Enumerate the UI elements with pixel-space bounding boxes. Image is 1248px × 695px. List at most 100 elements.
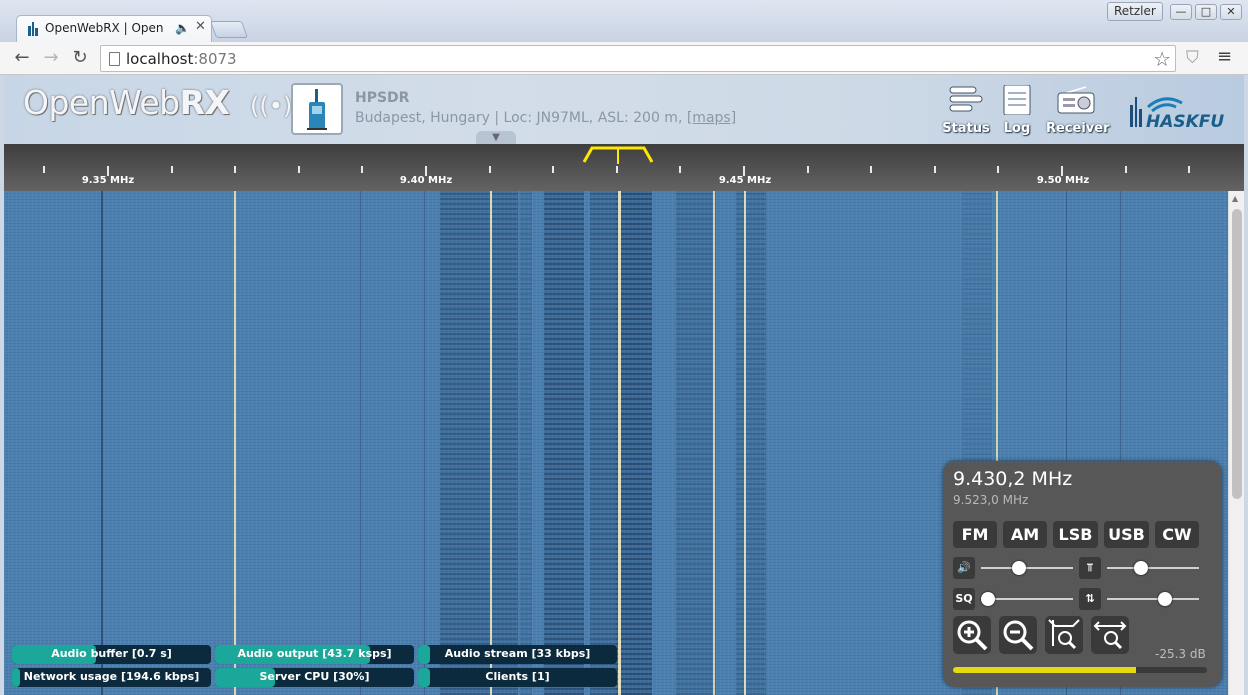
menu-icon[interactable]: ≡ xyxy=(1217,46,1232,67)
scrollbar-thumb[interactable] xyxy=(1232,209,1242,499)
waterfall-signal-band xyxy=(590,191,616,695)
maps-link[interactable]: [maps] xyxy=(687,110,736,126)
browser-tab[interactable]: OpenWebRX | OpenWebRX 🔈 ✕ xyxy=(16,15,212,42)
scrollbar[interactable]: ▲ xyxy=(1228,191,1244,695)
volume-icon[interactable]: 🔊 xyxy=(953,557,975,579)
waterfall-signal-band xyxy=(736,191,766,695)
close-button[interactable]: ✕ xyxy=(1220,4,1242,20)
forward-arrow-icon[interactable]: → xyxy=(40,48,62,68)
minimize-button[interactable]: — xyxy=(1170,4,1192,20)
center-frequency: 9.523,0 MHz xyxy=(953,493,1029,507)
s-meter xyxy=(953,667,1207,673)
profile-button[interactable]: Retzler xyxy=(1107,2,1163,21)
address-bar[interactable]: localhost:8073 ☆ xyxy=(100,45,1176,72)
url-text: localhost:8073 xyxy=(126,50,237,68)
scale-minor-tick xyxy=(552,166,554,173)
bookmark-star-icon[interactable]: ☆ xyxy=(1153,47,1171,71)
maximize-button[interactable]: □ xyxy=(1195,4,1217,20)
expand-header-button[interactable]: ▼ xyxy=(476,131,516,144)
reload-icon[interactable]: ↻ xyxy=(69,48,91,68)
page-header: OpenWebRX ((•)) HPSDR Budapest, Hungary … xyxy=(4,75,1244,144)
audio-output-bar: Audio output [43.7 ksps] xyxy=(215,645,414,664)
scale-minor-tick xyxy=(234,166,236,173)
receiver-button[interactable]: Receiver xyxy=(1046,85,1110,136)
svg-text:HASKFU: HASKFU xyxy=(1146,112,1224,131)
waterfall-min-icon[interactable]: ⇅ xyxy=(1079,588,1101,610)
waterfall-carrier-line xyxy=(490,191,492,695)
squelch-icon[interactable]: SQ xyxy=(953,588,975,610)
openwebrx-favicon-icon xyxy=(28,22,38,36)
volume-slider[interactable] xyxy=(981,561,1073,575)
zoom-reset-button[interactable] xyxy=(1091,616,1129,654)
openwebrx-logo[interactable]: OpenWebRX xyxy=(23,83,230,122)
waterfall-signal-band xyxy=(676,191,716,695)
waterfall-carrier-line xyxy=(234,191,236,695)
frequency-scale[interactable]: 9.35 MHz 9.40 MHz 9.45 MHz 9.50 MHz xyxy=(4,144,1244,191)
scale-label: 9.45 MHz xyxy=(718,175,772,186)
receiver-icon xyxy=(1057,86,1095,114)
scale-minor-tick xyxy=(1125,166,1127,173)
waterfall-min-slider[interactable] xyxy=(1107,592,1199,606)
tab-close-icon[interactable]: ✕ xyxy=(195,19,206,34)
scale-minor-tick xyxy=(171,166,173,173)
zoom-in-button[interactable] xyxy=(953,616,991,654)
zoom-reset-icon xyxy=(1093,621,1127,650)
log-label: Log xyxy=(1003,121,1031,136)
scroll-up-icon[interactable]: ▲ xyxy=(1232,194,1238,203)
receiver-label: Receiver xyxy=(1046,121,1110,136)
log-icon xyxy=(1003,84,1031,116)
zoom-in-icon xyxy=(957,620,988,651)
waterfall-carrier-line xyxy=(744,191,746,695)
scale-minor-tick xyxy=(679,166,681,173)
server-cpu-bar: Server CPU [30%] xyxy=(215,668,414,687)
receiver-location: Budapest, Hungary | Loc: JN97ML, ASL: 20… xyxy=(355,110,737,126)
waterfall-carrier-line xyxy=(424,191,425,695)
passband-marker[interactable] xyxy=(582,144,654,164)
log-button[interactable]: Log xyxy=(987,84,1047,136)
waterfall-carrier-line xyxy=(618,191,621,695)
s-meter-fill xyxy=(953,667,1136,673)
zoom-passband-icon xyxy=(1048,619,1080,650)
speaker-icon[interactable]: 🔈 xyxy=(175,21,190,35)
receiver-control-panel: 9.430,2 MHz 9.523,0 MHz FM AM LSB USB CW… xyxy=(943,461,1222,687)
status-icon xyxy=(949,86,983,112)
scale-minor-tick xyxy=(361,166,363,173)
zoom-out-icon xyxy=(1003,620,1034,651)
squelch-slider[interactable] xyxy=(981,592,1073,606)
scale-label: 9.50 MHz xyxy=(1036,175,1090,186)
waterfall-signal-band xyxy=(440,191,518,695)
scale-minor-tick xyxy=(616,166,618,173)
mode-fm-button[interactable]: FM xyxy=(953,521,997,548)
scale-minor-tick xyxy=(870,166,872,173)
haskfu-logo[interactable]: HASKFU xyxy=(1126,91,1236,131)
back-arrow-icon[interactable]: ← xyxy=(11,48,33,68)
waterfall-signal-band xyxy=(616,191,652,695)
scale-minor-tick xyxy=(489,166,491,173)
extension-shield-icon[interactable]: ⛉ xyxy=(1186,48,1199,68)
openwebrx-page: OpenWebRX ((•)) HPSDR Budapest, Hungary … xyxy=(4,75,1244,695)
network-usage-bar: Network usage [194.6 kbps] xyxy=(12,668,211,687)
mode-usb-button[interactable]: USB xyxy=(1104,521,1149,548)
scale-minor-tick xyxy=(997,166,999,173)
handheld-radio-icon xyxy=(307,89,327,130)
scale-label: 9.40 MHz xyxy=(399,175,453,186)
clients-bar: Clients [1] xyxy=(418,668,617,687)
browser-toolbar: ← → ↻ localhost:8073 ☆ ⛉ ≡ xyxy=(0,42,1248,75)
scale-minor-tick xyxy=(298,166,300,173)
new-tab-button[interactable] xyxy=(209,21,249,38)
zoom-out-button[interactable] xyxy=(999,616,1037,654)
zoom-to-passband-button[interactable] xyxy=(1045,616,1083,654)
scale-label: 9.35 MHz xyxy=(81,175,135,186)
tuned-frequency[interactable]: 9.430,2 MHz xyxy=(953,468,1072,490)
waterfall-max-icon[interactable]: ⫪ xyxy=(1079,557,1101,579)
signal-db-readout: -25.3 dB xyxy=(1155,647,1206,661)
mode-cw-button[interactable]: CW xyxy=(1155,521,1199,548)
scale-minor-tick xyxy=(807,166,809,173)
scale-minor-tick xyxy=(934,166,936,173)
browser-window: OpenWebRX | OpenWebRX 🔈 ✕ Retzler — □ ✕ … xyxy=(0,0,1248,695)
mode-lsb-button[interactable]: LSB xyxy=(1053,521,1098,548)
mode-am-button[interactable]: AM xyxy=(1003,521,1047,548)
waterfall-max-slider[interactable] xyxy=(1107,561,1199,575)
receiver-name: HPSDR xyxy=(355,90,410,106)
scale-minor-tick xyxy=(43,166,45,173)
